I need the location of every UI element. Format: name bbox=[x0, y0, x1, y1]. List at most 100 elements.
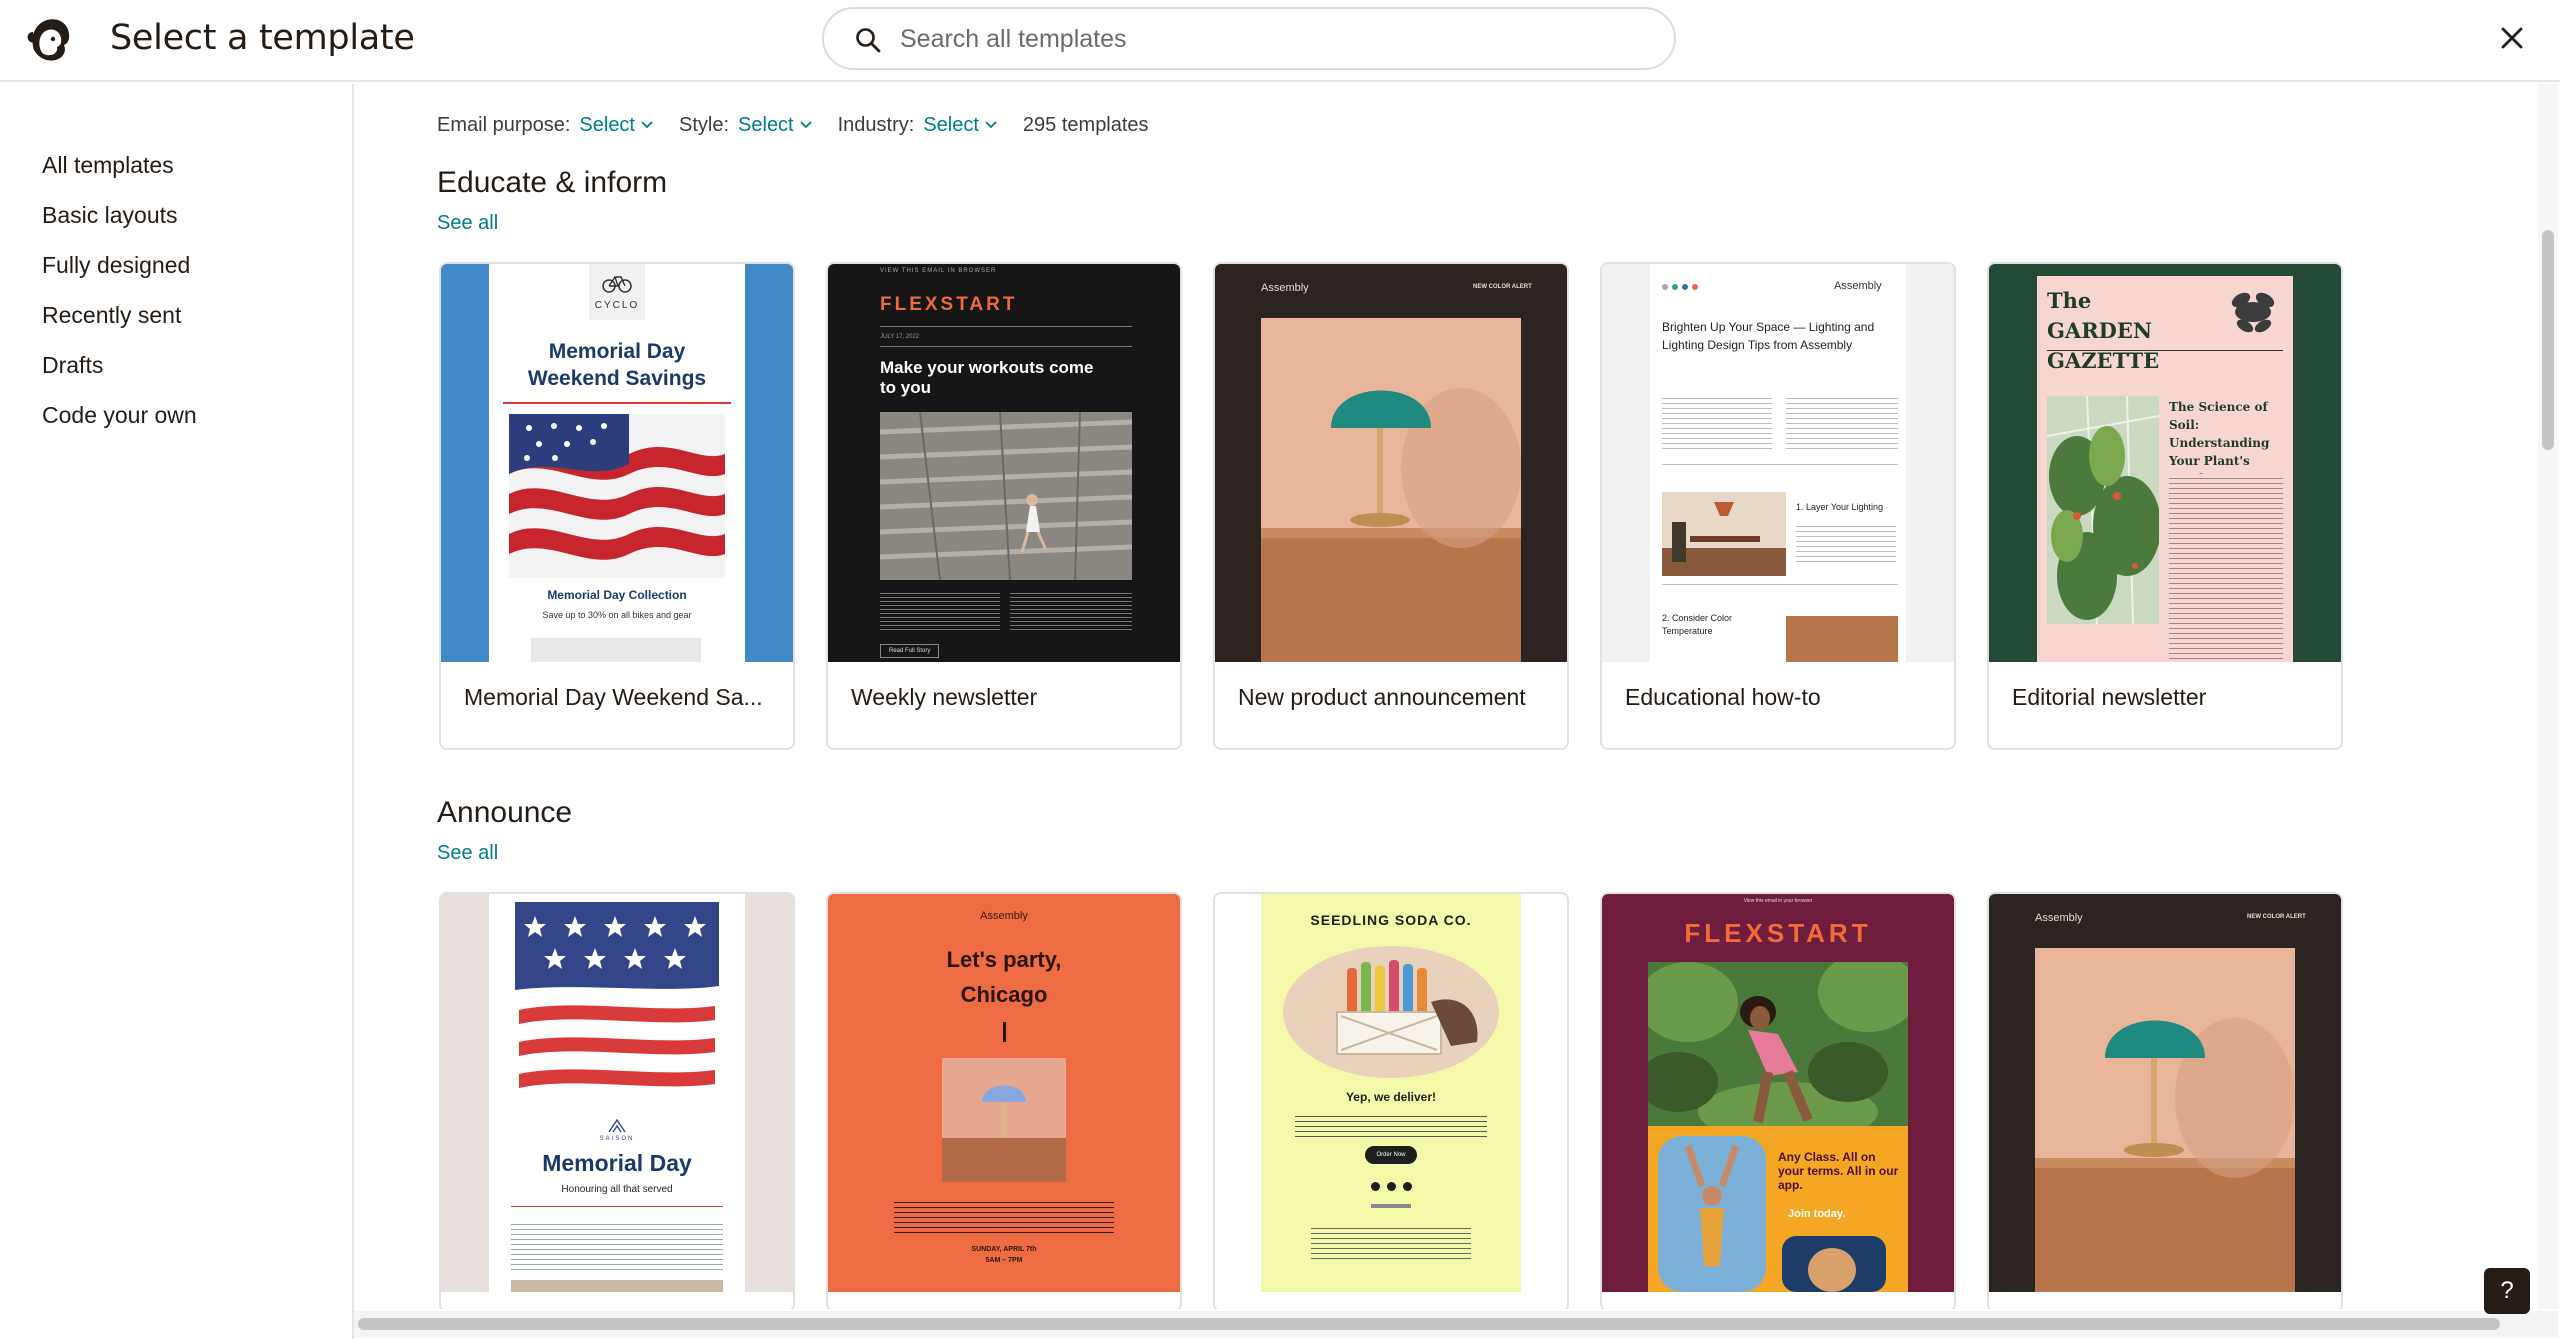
sidebar-item-fully-designed[interactable]: Fully designed bbox=[42, 252, 190, 279]
order-now-button: Order Now bbox=[1365, 1146, 1417, 1164]
template-thumbnail: Assembly Brighten Up Your Space — Lighti… bbox=[1602, 264, 1954, 662]
template-card-label: Memorial Day Weekend Sa... bbox=[464, 684, 763, 710]
woman-exercising-image bbox=[1648, 962, 1908, 1126]
template-thumbnail: SEEDLING SODA CO. Yep, we deliver! Order… bbox=[1215, 894, 1567, 1292]
search-bar[interactable] bbox=[822, 7, 1676, 70]
brand-name: FLEXSTART bbox=[880, 294, 1018, 315]
template-card-lets-party-chicago[interactable]: Assembly Let's party, Chicago SUNDAY, AP… bbox=[826, 892, 1182, 1309]
greenhouse-plants-image bbox=[2047, 396, 2159, 624]
style-select[interactable]: Select bbox=[738, 114, 812, 137]
brand-name: Assembly bbox=[1834, 280, 1882, 292]
thumbnail-heading: Any Class. All on your terms. All in our… bbox=[1778, 1150, 1899, 1192]
chevron-down-icon bbox=[799, 121, 812, 129]
horizontal-scrollbar-thumb[interactable] bbox=[358, 1318, 2500, 1330]
thumbnail-subheading: Memorial Day Collection bbox=[547, 588, 687, 602]
chevron-down-icon bbox=[985, 121, 997, 129]
thumbnail-heading: Make your workouts come to you bbox=[880, 358, 1094, 397]
template-count: 295 templates bbox=[1022, 113, 1149, 136]
brand-name: SAISON bbox=[599, 1136, 635, 1142]
close-icon[interactable] bbox=[2494, 20, 2530, 56]
brand-name: CYCLO bbox=[594, 300, 640, 311]
template-card-new-product-announcement[interactable]: Assembly NEW COLOR ALERT New product ann… bbox=[1213, 262, 1569, 750]
stretching-photo bbox=[1658, 1136, 1766, 1292]
horizontal-scrollbar[interactable] bbox=[354, 1311, 2558, 1337]
industry-label: Industry: bbox=[837, 113, 915, 136]
email-purpose-label: Email purpose: bbox=[437, 113, 571, 136]
view-in-browser-link: VIEW THIS EMAIL IN BROWSER bbox=[880, 268, 997, 274]
join-today-text: Join today. bbox=[1788, 1208, 1846, 1220]
see-all-announce-link[interactable]: See all bbox=[437, 842, 498, 865]
industry-value: Select bbox=[923, 113, 979, 136]
read-story-button: Read Full Story bbox=[880, 644, 940, 658]
page-title: Select a template bbox=[110, 18, 415, 58]
template-card-memorial-day-sale[interactable]: CYCLO Memorial Day Weekend Savings Memor… bbox=[439, 262, 795, 750]
help-button[interactable]: ? bbox=[2484, 1268, 2530, 1314]
sidebar: All templates Basic layouts Fully design… bbox=[0, 84, 354, 1339]
brand-name: Assembly bbox=[2035, 912, 2083, 924]
botanical-illustration-icon bbox=[2231, 292, 2275, 333]
dining-room-image bbox=[1662, 492, 1786, 576]
section-title-educate: Educate & inform bbox=[437, 166, 668, 199]
section-title-announce: Announce bbox=[437, 796, 573, 829]
template-thumbnail: Assembly Let's party, Chicago SUNDAY, AP… bbox=[828, 894, 1180, 1292]
thumbnail-heading: Brighten Up Your Space — Lighting and Li… bbox=[1662, 320, 1875, 352]
thumbnail-heading: Yep, we deliver! bbox=[1345, 1090, 1437, 1104]
style-label: Style: bbox=[679, 113, 730, 136]
sidebar-item-recently-sent[interactable]: Recently sent bbox=[42, 302, 181, 329]
tag-text: NEW COLOR ALERT bbox=[2247, 914, 2306, 920]
template-card-label: New product announcement bbox=[1238, 684, 1526, 710]
saison-logo-icon bbox=[608, 1118, 626, 1133]
mailchimp-logo-icon[interactable] bbox=[20, 10, 78, 68]
template-card-label: Editorial newsletter bbox=[2012, 684, 2207, 710]
view-in-browser-link: View this email in your browser bbox=[1743, 898, 1813, 904]
template-card-assembly-new-color[interactable]: Assembly NEW COLOR ALERT bbox=[1987, 892, 2343, 1309]
brand-name: The GARDEN GAZETTE bbox=[2047, 288, 2160, 373]
template-thumbnail: VIEW THIS EMAIL IN BROWSER FLEXSTART JUL… bbox=[828, 264, 1180, 662]
thumbnail-heading: Memorial Day bbox=[542, 1150, 692, 1176]
tag-text: NEW COLOR ALERT bbox=[1473, 284, 1532, 290]
sidebar-item-all-templates[interactable]: All templates bbox=[42, 152, 174, 179]
email-purpose-select[interactable]: Select bbox=[579, 114, 653, 137]
step-2-text: 2. Consider Color Temperature bbox=[1662, 613, 1733, 636]
filter-bar: Email purpose: Select Style: Select Indu… bbox=[437, 110, 1149, 140]
template-card-educational-how-to[interactable]: Assembly Brighten Up Your Space — Lighti… bbox=[1600, 262, 1956, 750]
brand-name: Assembly bbox=[980, 910, 1028, 922]
sidebar-item-basic-layouts[interactable]: Basic layouts bbox=[42, 202, 178, 229]
lamp-product-image bbox=[2035, 948, 2295, 1292]
sidebar-item-drafts[interactable]: Drafts bbox=[42, 352, 103, 379]
see-all-educate-link[interactable]: See all bbox=[437, 212, 498, 235]
template-card-weekly-newsletter[interactable]: VIEW THIS EMAIL IN BROWSER FLEXSTART JUL… bbox=[826, 262, 1182, 750]
thumbnail-heading: Let's party, Chicago bbox=[946, 947, 1062, 1007]
lamp-product-image bbox=[1261, 318, 1521, 662]
vertical-scrollbar[interactable] bbox=[2538, 84, 2558, 1309]
industry-select[interactable]: Select bbox=[923, 114, 997, 137]
template-card-label: Weekly newsletter bbox=[851, 684, 1038, 710]
soda-crate-image bbox=[1283, 946, 1499, 1078]
stadium-runner-image bbox=[880, 412, 1132, 580]
date-text: JULY 17, 2022 bbox=[880, 334, 920, 340]
thumbnail-heading: Memorial Day Weekend Savings bbox=[527, 340, 707, 390]
runner-photo bbox=[1782, 1236, 1886, 1292]
brand-name: FLEXSTART bbox=[1684, 918, 1872, 948]
template-card-memorial-day-saison[interactable]: SAISON Memorial Day Honouring all that s… bbox=[439, 892, 795, 1309]
vertical-scrollbar-thumb[interactable] bbox=[2542, 230, 2554, 450]
template-thumbnail: CYCLO Memorial Day Weekend Savings Memor… bbox=[441, 264, 793, 662]
main-content: Email purpose: Select Style: Select Indu… bbox=[356, 84, 2526, 1309]
template-thumbnail: SAISON Memorial Day Honouring all that s… bbox=[441, 894, 793, 1292]
search-input[interactable] bbox=[900, 19, 1640, 59]
event-date: SUNDAY, APRIL 7th bbox=[971, 1246, 1037, 1253]
style-value: Select bbox=[738, 113, 794, 136]
template-thumbnail: Assembly NEW COLOR ALERT bbox=[1215, 264, 1567, 662]
sidebar-item-code-your-own[interactable]: Code your own bbox=[42, 402, 197, 429]
template-thumbnail: View this email in your browser FLEXSTAR… bbox=[1602, 894, 1954, 1292]
painted-flag-image bbox=[515, 902, 719, 1102]
template-card-flexstart-app[interactable]: View this email in your browser FLEXSTAR… bbox=[1600, 892, 1956, 1309]
bicycle-icon bbox=[602, 276, 632, 293]
american-flag-image bbox=[509, 414, 725, 578]
thumbnail-note: Save up to 30% on all bikes and gear bbox=[542, 610, 692, 620]
template-thumbnail: The GARDEN GAZETTE The Science of Soil: … bbox=[1989, 264, 2341, 662]
template-card-seedling-soda[interactable]: SEEDLING SODA CO. Yep, we deliver! Order… bbox=[1213, 892, 1569, 1309]
step-1-text: 1. Layer Your Lighting bbox=[1796, 502, 1884, 512]
brand-name: Assembly bbox=[1261, 282, 1309, 294]
template-card-editorial-newsletter[interactable]: The GARDEN GAZETTE The Science of Soil: … bbox=[1987, 262, 2343, 750]
